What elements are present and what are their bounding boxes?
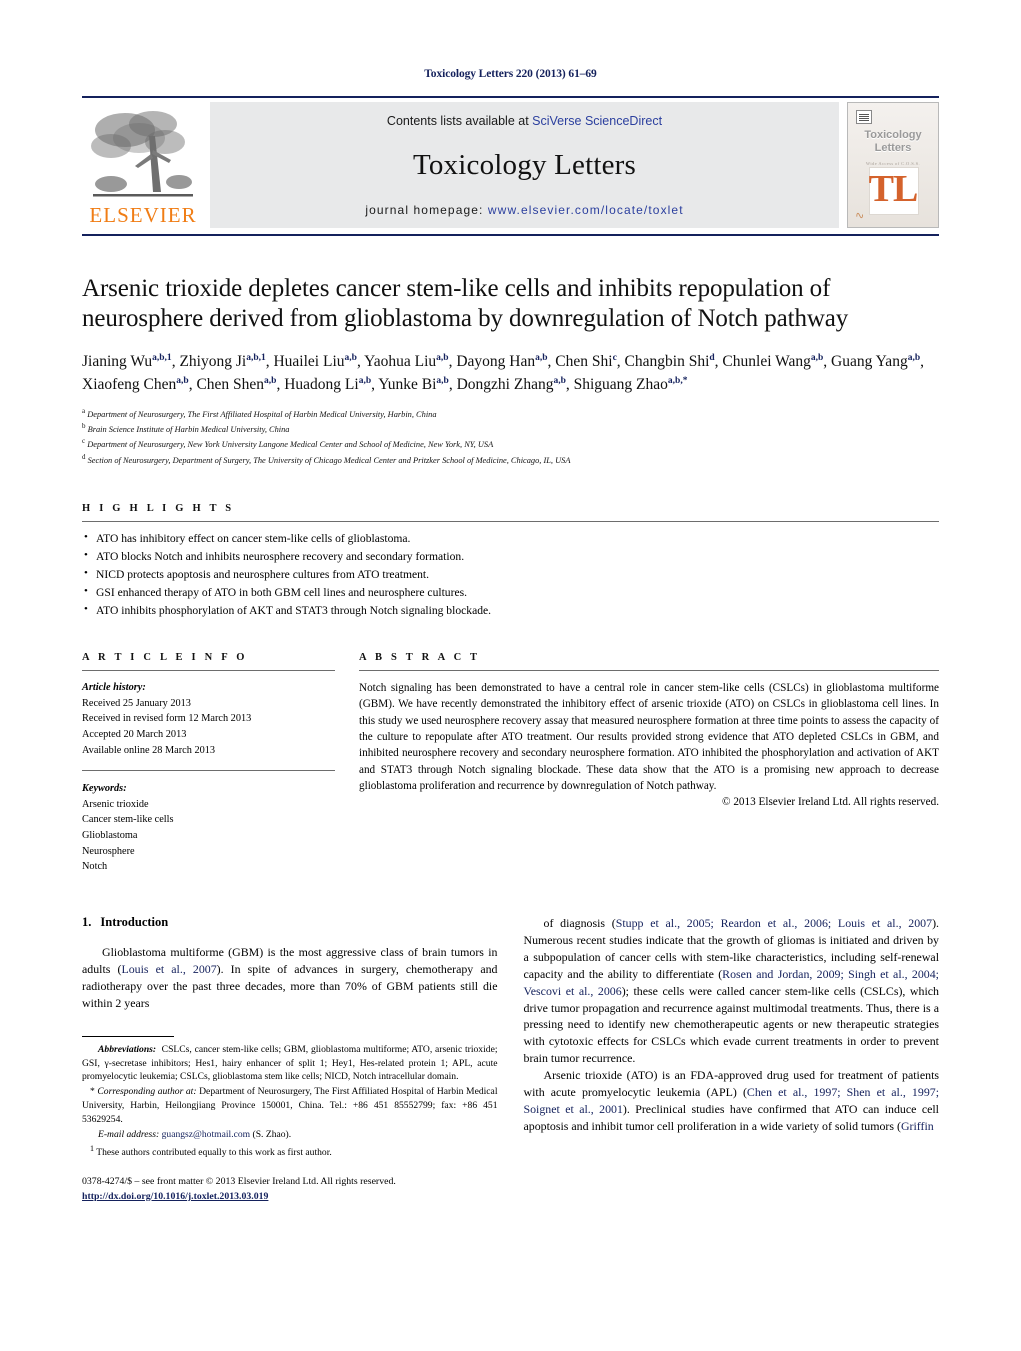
abstract-rule	[359, 669, 939, 671]
keyword-item: Notch	[82, 861, 108, 873]
affiliation-marker: a	[82, 406, 86, 415]
section-heading-introduction: 1. Introduction	[82, 915, 498, 930]
contents-line: Contents lists available at SciVerse Sci…	[387, 114, 662, 128]
abstract-section: A B S T R A C T Notch signaling has been…	[359, 652, 939, 875]
list-item: ATO blocks Notch and inhibits neurospher…	[82, 547, 939, 566]
journal-title: Toxicology Letters	[412, 149, 637, 181]
intro-paragraph-right-2: Arsenic trioxide (ATO) is an FDA-approve…	[523, 1068, 940, 1133]
affiliation-marker: d	[82, 452, 86, 461]
author-list: Jianing Wua,b,1, Zhiyong Jia,b,1, Huaile…	[82, 352, 924, 394]
elsevier-logo: ELSEVIER	[82, 102, 204, 228]
list-item: NICD protects apoptosis and neurosphere …	[82, 565, 939, 584]
page-title: Arsenic trioxide depletes cancer stem-li…	[82, 275, 849, 332]
affiliation-marker: b	[82, 421, 86, 430]
keywords-heading: Keywords:	[82, 783, 127, 795]
footnote-abbreviations: Abbreviations: CSLCs, cancer stem-like c…	[82, 1043, 498, 1083]
email-link[interactable]: guangsz@hotmail.com	[162, 1129, 251, 1140]
list-item: ATO has inhibitory effect on cancer stem…	[82, 529, 939, 548]
highlights-list: ATO has inhibitory effect on cancer stem…	[82, 529, 939, 620]
affiliation-text: Department of Neurosurgery, New York Uni…	[87, 440, 494, 450]
journal-band: Contents lists available at SciVerse Sci…	[210, 102, 839, 228]
running-head: Toxicology Letters 220 (2013) 61–69	[424, 68, 597, 80]
elsevier-wordmark: ELSEVIER	[89, 203, 197, 227]
sciencedirect-link[interactable]: SciVerse ScienceDirect	[532, 114, 662, 128]
history-item: Received 25 January 2013	[82, 697, 191, 709]
highlights-rule	[82, 521, 939, 523]
email-label: E-mail address:	[98, 1129, 160, 1141]
affiliation-item: b Brain Science Institute of Harbin Medi…	[82, 421, 939, 436]
cover-stamp-icon	[856, 110, 872, 124]
homepage-line: journal homepage: www.elsevier.com/locat…	[365, 203, 683, 217]
keywords: Keywords: Arsenic trioxide Cancer stem-l…	[82, 781, 335, 875]
cover-title-line1: Toxicology	[864, 129, 922, 141]
footnote-email: E-mail address: guangsz@hotmail.com (S. …	[82, 1128, 498, 1142]
body-column-left: 1. Introduction Glioblastoma multiforme (…	[82, 915, 498, 1204]
keywords-rule	[82, 770, 335, 772]
doi-link[interactable]: http://dx.doi.org/10.1016/j.toxlet.2013.…	[82, 1190, 498, 1205]
imprint-block: 0378-4274/$ – see front matter © 2013 El…	[82, 1175, 498, 1204]
journal-masthead: ELSEVIER Contents lists available at Sci…	[82, 96, 939, 228]
intro-paragraph-right-1: of diagnosis (Stupp et al., 2005; Reardo…	[523, 916, 940, 1066]
section-title-text: Introduction	[100, 915, 169, 930]
cover-monogram: TL	[868, 168, 919, 210]
affiliation-marker: c	[82, 437, 86, 446]
article-info-label: A R T I C L E I N F O	[82, 651, 248, 663]
highlights-label: H I G H L I G H T S	[82, 503, 235, 515]
cover-title: Toxicology Letters	[848, 129, 938, 154]
keyword-item: Neurosphere	[82, 845, 135, 857]
intro-paragraph-left: Glioblastoma multiforme (GBM) is the mos…	[82, 945, 498, 1010]
journal-homepage-link[interactable]: www.elsevier.com/locate/toxlet	[488, 203, 684, 217]
list-item: GSI enhanced therapy of ATO in both GBM …	[82, 583, 939, 602]
masthead-bottom-rule	[82, 234, 939, 236]
footnote-marker: 1	[90, 1143, 94, 1153]
footnote-corresponding-author: * Corresponding author at: Department of…	[82, 1086, 498, 1126]
affiliation-item: d Section of Neurosurgery, Department of…	[82, 452, 939, 467]
info-abstract-row: A R T I C L E I N F O Article history: R…	[82, 652, 939, 875]
article-page: Toxicology Letters 220 (2013) 61–69 ELSE…	[0, 0, 1021, 1351]
body-column-right: of diagnosis (Stupp et al., 2005; Reardo…	[524, 915, 940, 1204]
highlights-section: H I G H L I G H T S ATO has inhibitory e…	[82, 503, 939, 620]
keyword-item: Arsenic trioxide	[82, 798, 149, 810]
history-item: Received in revised form 12 March 2013	[82, 713, 252, 725]
keyword-item: Glioblastoma	[82, 830, 138, 842]
cover-title-line2: Letters	[874, 141, 912, 154]
article-info-section: A R T I C L E I N F O Article history: R…	[82, 652, 335, 875]
keyword-item: Cancer stem-like cells	[82, 814, 174, 826]
affiliation-text: Brain Science Institute of Harbin Medica…	[87, 424, 290, 434]
affiliation-item: a Department of Neurosurgery, The First …	[82, 406, 939, 421]
contents-prefix: Contents lists available at	[386, 114, 533, 128]
footnotes-block: Abbreviations: CSLCs, cancer stem-like c…	[82, 1035, 498, 1160]
abstract-text: Notch signaling has been demonstrated to…	[359, 681, 939, 793]
abstract-copyright: © 2013 Elsevier Ireland Ltd. All rights …	[722, 796, 939, 809]
history-item: Accepted 20 March 2013	[82, 728, 187, 740]
history-item: Available online 28 March 2013	[82, 744, 216, 756]
article-history: Article history: Received 25 January 201…	[82, 680, 335, 758]
elsevier-tree-icon	[91, 111, 193, 197]
abstract-label: A B S T R A C T	[359, 651, 481, 663]
body-columns: 1. Introduction Glioblastoma multiforme (…	[82, 915, 939, 1204]
journal-cover-thumbnail[interactable]: Toxicology Letters Wide Access of C.O.S.…	[847, 102, 939, 228]
affiliation-item: c Department of Neurosurgery, New York U…	[82, 436, 939, 451]
list-item: ATO inhibits phosphorylation of AKT and …	[82, 601, 939, 620]
affiliation-list: a Department of Neurosurgery, The First …	[82, 406, 939, 468]
footnote-rule	[82, 1035, 174, 1037]
article-history-heading: Article history:	[82, 681, 146, 693]
footnote-equal-contribution: 1 These authors contributed equally to t…	[82, 1143, 498, 1160]
homepage-prefix: journal homepage:	[365, 203, 488, 217]
article-info-rule	[82, 669, 335, 671]
affiliation-text: Department of Neurosurgery, The First Af…	[87, 409, 437, 419]
footnote-equal-text: These authors contributed equally to thi…	[96, 1147, 332, 1159]
email-owner: (S. Zhao).	[252, 1129, 292, 1141]
front-matter-line: 0378-4274/$ – see front matter © 2013 El…	[82, 1176, 396, 1188]
affiliation-text: Section of Neurosurgery, Department of S…	[87, 455, 571, 465]
section-number: 1.	[82, 915, 92, 930]
